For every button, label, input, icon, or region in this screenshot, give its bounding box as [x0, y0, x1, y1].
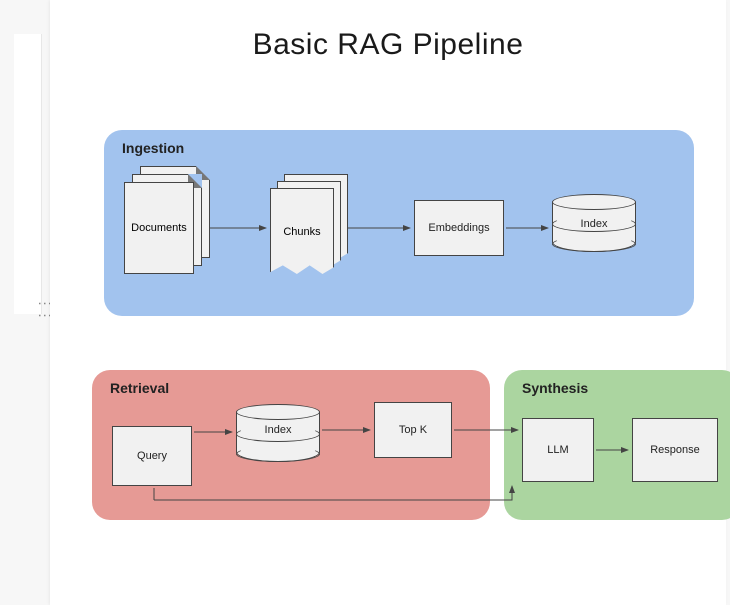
node-index-ingestion-label: Index — [552, 218, 636, 230]
node-chunks-label: Chunks — [283, 226, 320, 238]
node-index-ingestion: Index — [552, 194, 636, 256]
panel-retrieval: Retrieval Query Index Top K — [92, 370, 490, 520]
panel-ingestion: Ingestion Documents Chunks Embeddings — [104, 130, 694, 316]
node-query: Query — [112, 426, 192, 486]
node-llm-label: LLM — [547, 444, 568, 456]
node-embeddings: Embeddings — [414, 200, 504, 256]
panel-synthesis-label: Synthesis — [522, 380, 588, 396]
page-canvas: Basic RAG Pipeline Ingestion Documents C… — [50, 0, 726, 605]
prev-page-edge — [14, 34, 42, 314]
node-response: Response — [632, 418, 718, 482]
node-llm: LLM — [522, 418, 594, 482]
node-embeddings-label: Embeddings — [428, 222, 489, 234]
node-index-retrieval-label: Index — [236, 424, 320, 436]
node-topk-label: Top K — [399, 424, 427, 436]
panel-ingestion-label: Ingestion — [122, 140, 184, 156]
left-rail: ⋮⋮ — [0, 0, 46, 605]
node-query-label: Query — [137, 450, 167, 462]
node-index-retrieval: Index — [236, 404, 320, 466]
panel-retrieval-label: Retrieval — [110, 380, 169, 396]
node-topk: Top K — [374, 402, 452, 458]
panel-synthesis: Synthesis LLM Response — [504, 370, 730, 520]
node-documents-label: Documents — [131, 222, 187, 234]
diagram-title: Basic RAG Pipeline — [50, 28, 726, 62]
node-response-label: Response — [650, 444, 700, 456]
